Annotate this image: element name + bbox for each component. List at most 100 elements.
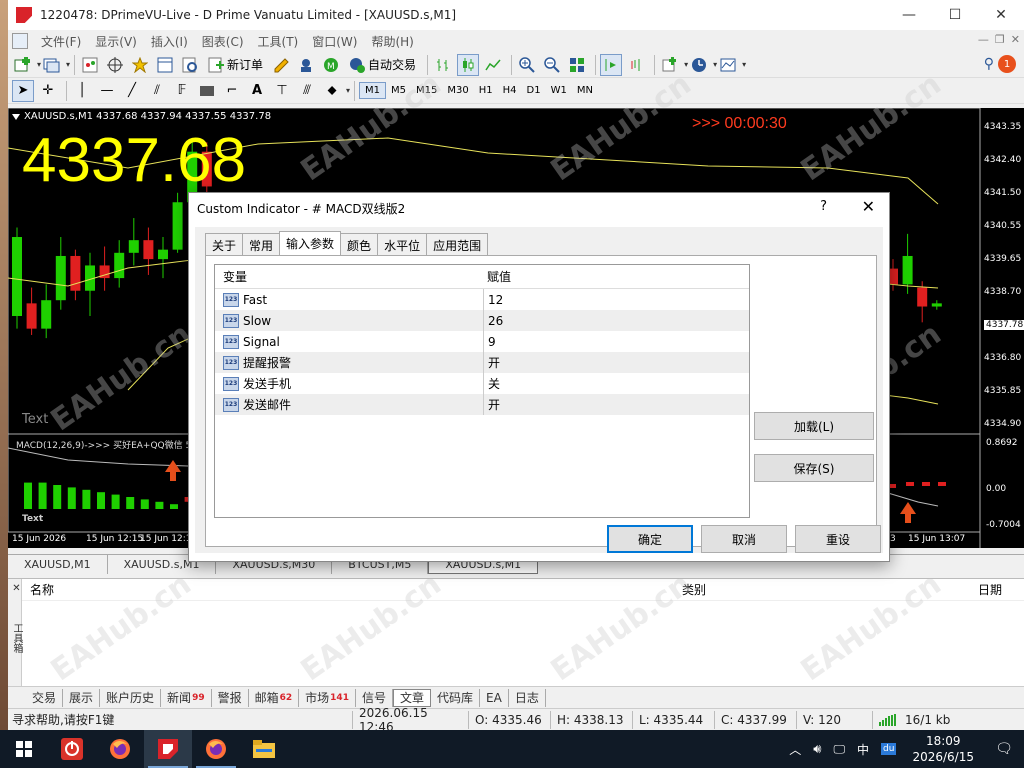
param-value[interactable]: 开 — [483, 394, 500, 415]
market-icon[interactable]: M — [320, 54, 342, 76]
autoscroll-icon[interactable] — [600, 53, 623, 76]
market-watch-icon[interactable] — [79, 54, 101, 76]
tab-code-base[interactable]: 代码库 — [431, 688, 481, 707]
zoom-out-icon[interactable] — [541, 54, 563, 76]
rectangle-icon[interactable] — [196, 80, 218, 102]
zoom-in-icon[interactable] — [516, 54, 538, 76]
menu-insert[interactable]: 插入(I) — [144, 33, 195, 50]
timeframe-h1[interactable]: H1 — [474, 83, 498, 98]
tab-journal[interactable]: 日志 — [509, 688, 546, 707]
tab-signals[interactable]: 信号 — [356, 688, 393, 707]
tab-about[interactable]: 关于 — [205, 233, 244, 255]
column-variable[interactable]: 变量 — [215, 268, 483, 285]
menu-charts[interactable]: 图表(C) — [195, 33, 251, 50]
minimize-button[interactable]: — — [886, 0, 932, 30]
timeframe-h4[interactable]: H4 — [498, 83, 522, 98]
taskbar-app-explorer[interactable] — [240, 730, 288, 768]
menu-help[interactable]: 帮助(H) — [364, 33, 420, 50]
timeframe-w1[interactable]: W1 — [546, 83, 572, 98]
tab-experts[interactable]: EA — [480, 688, 509, 707]
toolbox-close-icon[interactable]: ✕ — [11, 583, 22, 594]
dialog-help-button[interactable]: ? — [820, 199, 827, 214]
menu-window[interactable]: 窗口(W) — [305, 33, 364, 50]
timeframe-m15[interactable]: M15 — [411, 83, 442, 98]
dialog-close-button[interactable]: ✕ — [862, 197, 875, 216]
chart-menu-icon[interactable] — [12, 113, 20, 120]
menu-view[interactable]: 显示(V) — [88, 33, 144, 50]
metaeditor-icon[interactable] — [270, 54, 292, 76]
chart-tab[interactable]: XAUUSD,M1 — [8, 555, 108, 574]
tab-inputs[interactable]: 输入参数 — [279, 231, 342, 255]
table-row[interactable]: 123 发送邮件 开 — [215, 394, 749, 415]
mdi-window-icon[interactable] — [12, 33, 28, 49]
timeframe-mn[interactable]: MN — [572, 83, 598, 98]
param-value[interactable]: 9 — [483, 331, 496, 352]
column-value[interactable]: 赋值 — [483, 268, 511, 285]
close-button[interactable]: ✕ — [978, 0, 1024, 30]
bar-chart-icon[interactable] — [432, 54, 454, 76]
chart-shift-icon[interactable] — [625, 54, 647, 76]
load-button[interactable]: 加载(L) — [754, 412, 874, 440]
baidu-input-icon[interactable]: du — [881, 743, 897, 755]
tray-expand-icon[interactable]: ︿ — [789, 741, 801, 758]
timeframe-d1[interactable]: D1 — [522, 83, 546, 98]
tab-mailbox[interactable]: 邮箱 62 — [249, 688, 300, 707]
ime-indicator[interactable]: 中 — [857, 741, 869, 758]
periods-icon[interactable] — [688, 54, 710, 76]
start-button[interactable] — [0, 730, 48, 768]
param-value[interactable]: 26 — [483, 310, 503, 331]
table-row[interactable]: 123 Slow 26 — [215, 310, 749, 331]
vertical-line-icon[interactable]: │ — [71, 80, 93, 102]
dialog-title-bar[interactable]: Custom Indicator - # MACD双线版2 ? ✕ — [189, 193, 889, 223]
auto-trading-button[interactable]: 自动交易 — [345, 54, 420, 76]
reset-button[interactable]: 重设 — [795, 525, 881, 553]
cursor-icon[interactable]: ➤ — [12, 79, 34, 102]
text-tool-icon[interactable]: A — [246, 80, 268, 102]
profiles-button[interactable] — [41, 54, 63, 76]
taskbar-app-power[interactable] — [48, 730, 96, 768]
navigator-icon[interactable] — [104, 54, 126, 76]
mdi-restore-button[interactable]: ❐ — [995, 33, 1005, 46]
param-value[interactable]: 关 — [483, 373, 500, 394]
volume-icon[interactable]: 🔊︎ — [813, 742, 821, 757]
tab-trade[interactable]: 交易 — [26, 688, 64, 707]
tab-articles[interactable]: 文章 — [392, 688, 431, 707]
save-button[interactable]: 保存(S) — [754, 454, 874, 482]
fibonacci-icon[interactable]: 𝔽 — [171, 80, 193, 102]
timeframe-m1[interactable]: M1 — [359, 82, 387, 99]
connection-status[interactable]: 16/1 kb — [872, 710, 956, 729]
fibo-tools-icon[interactable]: ⌐ — [221, 80, 243, 102]
menu-tools[interactable]: 工具(T) — [251, 33, 306, 50]
table-row[interactable]: 123 发送手机 关 — [215, 373, 749, 394]
cancel-button[interactable]: 取消 — [701, 525, 787, 553]
line-chart-icon[interactable] — [482, 54, 504, 76]
data-window-icon[interactable] — [154, 54, 176, 76]
strategy-tester-icon[interactable] — [179, 54, 201, 76]
templates-icon[interactable] — [717, 54, 739, 76]
notifications-icon[interactable]: 🗨︎ — [984, 741, 1024, 757]
tab-exposure[interactable]: 展示 — [63, 688, 101, 707]
table-row[interactable]: 123 Signal 9 — [215, 331, 749, 352]
signals-icon[interactable] — [295, 54, 317, 76]
notification-badge[interactable]: 1 — [998, 55, 1016, 73]
table-row[interactable]: 123 Fast 12 — [215, 289, 749, 310]
favorites-icon[interactable] — [129, 54, 151, 76]
channel-icon[interactable]: ⫽ — [146, 80, 168, 102]
chart-text-object[interactable]: Text — [22, 412, 48, 427]
new-chart-button[interactable] — [12, 54, 34, 76]
horizontal-line-icon[interactable]: — — [96, 80, 118, 102]
tab-market[interactable]: 市场 141 — [299, 688, 356, 707]
search-icon[interactable]: ⚲ — [984, 56, 994, 72]
crosshair-icon[interactable]: ✛ — [37, 80, 59, 102]
tab-alerts[interactable]: 警报 — [212, 688, 249, 707]
timeframe-m30[interactable]: M30 — [442, 83, 473, 98]
candlestick-icon[interactable] — [457, 53, 480, 76]
timeframe-m5[interactable]: M5 — [386, 83, 411, 98]
title-bar[interactable]: 1220478: DPrimeVU-Live - D Prime Vanuatu… — [8, 0, 1024, 30]
tile-windows-icon[interactable] — [566, 54, 588, 76]
mdi-minimize-button[interactable]: — — [978, 33, 989, 46]
column-name[interactable]: 名称 — [30, 581, 54, 598]
taskbar-app-firefox[interactable] — [96, 730, 144, 768]
tab-news[interactable]: 新闻 99 — [161, 688, 212, 707]
column-category[interactable]: 类别 — [682, 581, 706, 598]
